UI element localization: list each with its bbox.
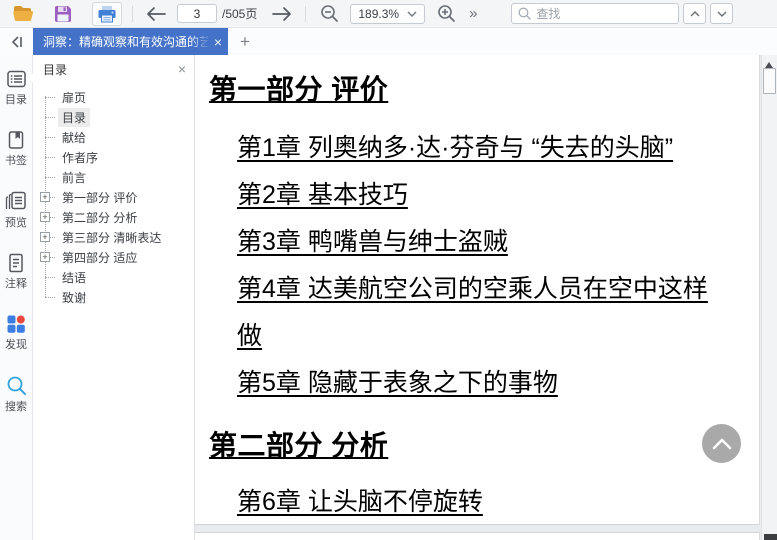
save-floppy-icon bbox=[54, 5, 72, 23]
outline-tree: 扉页 目录 献给 作者序 前言 + 第一部分 评价 + 第二部分 分析 + 第三… bbox=[40, 87, 194, 307]
scrollbar-corner bbox=[764, 534, 777, 540]
toc-chapter-link[interactable]: 第1章 列奥纳多·达·芬奇与 “失去的头脑” bbox=[237, 125, 717, 172]
outline-item[interactable]: 结语 bbox=[45, 267, 194, 287]
toolbar-separator bbox=[305, 5, 307, 22]
sidebar-item-label: 目录 bbox=[5, 94, 27, 106]
outline-item[interactable]: 前言 bbox=[45, 167, 194, 187]
next-page-button[interactable] bbox=[269, 2, 295, 26]
scrollbar-thumb[interactable] bbox=[763, 68, 776, 94]
new-tab-button[interactable]: + bbox=[228, 28, 262, 55]
toc-section-heading[interactable]: 第二部分 分析 bbox=[209, 424, 759, 464]
outline-panel-header: 目录 × bbox=[33, 55, 194, 83]
sidebar-item-label: 注释 bbox=[5, 278, 27, 290]
annotation-icon bbox=[6, 253, 26, 273]
expand-icon[interactable]: + bbox=[40, 252, 50, 262]
find-bar bbox=[511, 3, 734, 24]
sidebar-item-bookmarks[interactable]: 书签 bbox=[0, 130, 32, 168]
open-folder-icon bbox=[12, 5, 34, 22]
next-page-edge bbox=[195, 532, 760, 540]
sidebar-item-label: 搜索 bbox=[5, 401, 27, 413]
save-button[interactable] bbox=[50, 2, 76, 26]
page-number-input[interactable] bbox=[177, 4, 217, 23]
zoom-in-button[interactable] bbox=[433, 2, 459, 26]
sidebar: 目录 书签 预览 注释 发现 搜索 bbox=[0, 55, 33, 540]
discover-icon bbox=[6, 314, 26, 334]
outline-item[interactable]: 献给 bbox=[45, 127, 194, 147]
zoom-out-button[interactable] bbox=[316, 2, 342, 26]
sidebar-item-search[interactable]: 搜索 bbox=[0, 375, 32, 414]
preview-icon bbox=[5, 191, 27, 212]
outline-panel-title: 目录 bbox=[43, 62, 68, 77]
toc-chapter-link[interactable]: 第6章 让头脑不停旋转 bbox=[237, 479, 717, 524]
tab-bar: 洞察：精确观察和有效沟通的艺 × + bbox=[0, 28, 777, 55]
chevron-down-icon bbox=[407, 10, 417, 17]
arrow-left-icon bbox=[145, 6, 167, 22]
toolbar: /505页 189.3% » bbox=[0, 0, 777, 28]
outline-item[interactable]: 扉页 bbox=[45, 87, 194, 107]
workspace: 目录 书签 预览 注释 发现 搜索 目录 × 扉页 目录 献给 作者序 前言 +… bbox=[0, 55, 777, 540]
open-file-button[interactable] bbox=[10, 2, 36, 26]
vertical-scrollbar[interactable] bbox=[761, 55, 777, 540]
sidebar-item-label: 书签 bbox=[5, 155, 27, 167]
tab-close-icon[interactable]: × bbox=[214, 35, 222, 49]
find-next-button[interactable] bbox=[710, 3, 734, 24]
arrow-right-icon bbox=[271, 6, 293, 22]
outline-panel: 目录 × 扉页 目录 献给 作者序 前言 + 第一部分 评价 + 第二部分 分析… bbox=[33, 55, 195, 540]
chevron-up-icon bbox=[712, 438, 732, 450]
document-page: 第一部分 评价 第1章 列奥纳多·达·芬奇与 “失去的头脑” 第2章 基本技巧 … bbox=[195, 55, 760, 525]
expand-icon[interactable]: + bbox=[40, 232, 50, 242]
page-total-label: /505页 bbox=[222, 7, 258, 21]
toc-section-heading[interactable]: 第一部分 评价 bbox=[209, 68, 759, 108]
document-tab[interactable]: 洞察：精确观察和有效沟通的艺 × bbox=[33, 28, 228, 55]
outline-item-selected[interactable]: 目录 bbox=[45, 107, 194, 127]
scrollbar-up-arrow[interactable] bbox=[765, 58, 773, 68]
magnifier-minus-icon bbox=[320, 4, 339, 23]
outline-panel-close-icon[interactable]: × bbox=[178, 61, 186, 77]
outline-item[interactable]: + 第一部分 评价 bbox=[40, 187, 194, 207]
magnifier-plus-icon bbox=[437, 4, 456, 23]
document-view[interactable]: 第一部分 评价 第1章 列奥纳多·达·芬奇与 “失去的头脑” 第2章 基本技巧 … bbox=[195, 55, 777, 540]
expand-icon[interactable]: + bbox=[40, 212, 50, 222]
toolbar-separator bbox=[132, 5, 133, 22]
chevron-up-icon bbox=[690, 10, 700, 17]
zoom-level-value: 189.3% bbox=[358, 6, 400, 21]
outline-item[interactable]: 致谢 bbox=[45, 287, 194, 307]
tab-title: 洞察：精确观察和有效沟通的艺 bbox=[43, 35, 210, 49]
sidebar-item-label: 发现 bbox=[5, 339, 27, 351]
find-input-box[interactable] bbox=[511, 3, 680, 24]
collapse-tabs-button[interactable] bbox=[0, 28, 33, 55]
chevron-down-icon bbox=[717, 11, 727, 17]
back-to-top-button[interactable] bbox=[702, 424, 741, 463]
sidebar-item-discover[interactable]: 发现 bbox=[0, 314, 32, 352]
outline-item[interactable]: + 第四部分 适应 bbox=[40, 247, 194, 267]
find-input[interactable] bbox=[536, 6, 657, 21]
table-of-contents: 第一部分 评价 第1章 列奥纳多·达·芬奇与 “失去的头脑” 第2章 基本技巧 … bbox=[195, 68, 759, 524]
expand-icon[interactable]: + bbox=[40, 192, 50, 202]
chevron-left-bar-icon bbox=[9, 35, 25, 49]
toc-chapter-link[interactable]: 第4章 达美航空公司的空乘人员在空中这样做 bbox=[237, 266, 717, 360]
printer-icon bbox=[97, 5, 117, 23]
zoom-level-select[interactable]: 189.3% bbox=[350, 3, 426, 24]
search-icon bbox=[6, 375, 27, 396]
outline-item[interactable]: 作者序 bbox=[45, 147, 194, 167]
toc-chapter-link[interactable]: 第3章 鸭嘴兽与绅士盗贼 bbox=[237, 219, 717, 266]
bookmark-icon bbox=[6, 130, 26, 150]
pdf-reader-window: /505页 189.3% » bbox=[0, 0, 777, 540]
sidebar-item-toc[interactable]: 目录 bbox=[0, 69, 33, 107]
toc-chapter-link[interactable]: 第2章 基本技巧 bbox=[237, 172, 717, 219]
toc-icon bbox=[6, 69, 27, 89]
previous-page-button[interactable] bbox=[143, 2, 169, 26]
outline-item[interactable]: + 第三部分 清晰表达 bbox=[40, 227, 194, 247]
toc-chapter-link[interactable]: 第5章 隐藏于表象之下的事物 bbox=[237, 360, 717, 407]
find-previous-button[interactable] bbox=[683, 3, 707, 24]
search-icon bbox=[518, 7, 532, 20]
sidebar-item-preview[interactable]: 预览 bbox=[0, 191, 32, 230]
sidebar-item-annotations[interactable]: 注释 bbox=[0, 253, 32, 291]
outline-item[interactable]: + 第二部分 分析 bbox=[40, 207, 194, 227]
sidebar-item-label: 预览 bbox=[5, 217, 27, 229]
print-button[interactable] bbox=[92, 1, 122, 26]
more-tools-button[interactable]: » bbox=[469, 5, 477, 22]
